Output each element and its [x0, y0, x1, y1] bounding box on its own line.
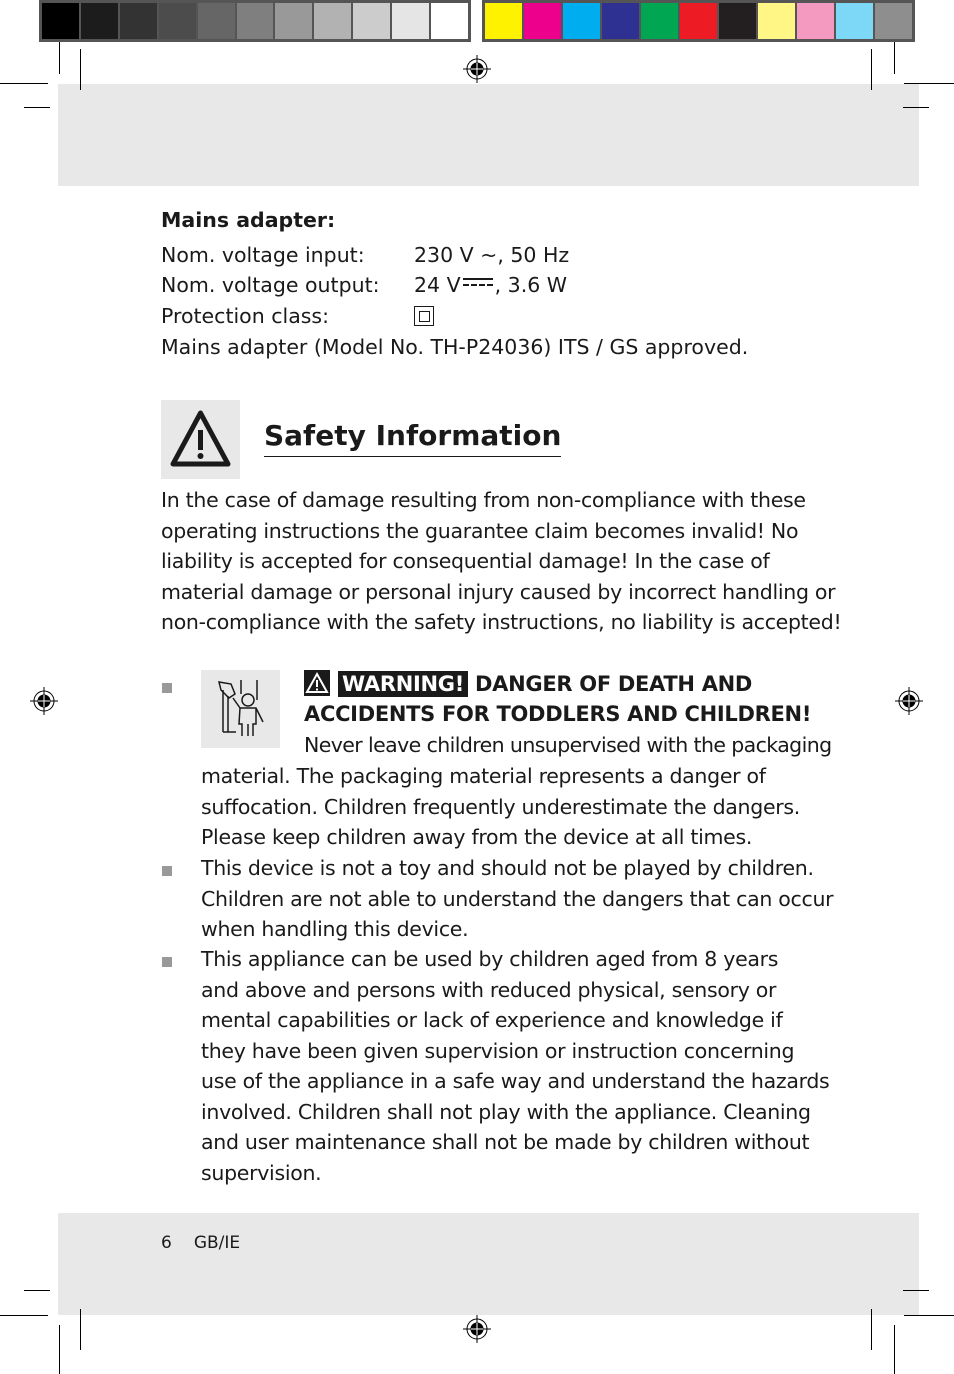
intro-line: operating instructions the guarantee cla… — [161, 518, 799, 543]
registration-mark-icon — [463, 1315, 491, 1343]
crop-mark — [24, 1290, 50, 1291]
crop-mark — [904, 1315, 954, 1316]
intro-line: material damage or personal injury cause… — [161, 579, 836, 604]
swatch — [197, 3, 235, 39]
crop-mark — [903, 107, 929, 108]
page-footer: 6 GB/IE — [161, 1233, 262, 1253]
warning-first-line: Never leave children unsupervised with t… — [304, 733, 832, 757]
warning-badge: WARNING! — [338, 671, 469, 697]
spec-value: 230 V ~, 50 Hz — [414, 243, 570, 267]
swatch — [485, 3, 522, 39]
spec-row-output: Nom. voltage output: 24 V , 3.6 W — [161, 270, 567, 300]
bullet-item: This device is not a toy and should not … — [201, 853, 834, 945]
registration-mark-icon — [463, 55, 491, 83]
warning-line: material. The packaging material represe… — [201, 764, 766, 788]
swatch — [836, 3, 873, 39]
spec-value-suffix: , 3.6 W — [494, 273, 568, 297]
swatch — [875, 3, 912, 39]
child-packaging-hazard-icon — [217, 680, 264, 736]
swatch — [158, 3, 196, 39]
bullet-line: mental capabilities or lack of experienc… — [201, 1008, 783, 1032]
registration-mark-icon — [895, 687, 923, 715]
spec-row-input: Nom. voltage input: 230 V ~, 50 Hz — [161, 240, 569, 270]
crop-mark — [59, 1325, 60, 1374]
approval-text: Mains adapter (Model No. TH-P24036) ITS … — [161, 335, 749, 359]
spec-row-protection: Protection class: — [161, 301, 434, 331]
spec-value-prefix: 24 V — [414, 273, 461, 297]
bullet-item: This appliance can be used by children a… — [201, 944, 830, 1188]
bullet-line: Children are not able to understand the … — [201, 886, 834, 911]
swatch — [563, 3, 600, 39]
warning-line: suffocation. Children frequently underes… — [201, 794, 800, 819]
intro-line: non-compliance with the safety instructi… — [161, 610, 842, 634]
registration-mark-icon — [30, 687, 58, 715]
warning-heading-line: DANGER OF DEATH AND — [475, 672, 753, 696]
protection-class-ii-icon — [414, 306, 434, 326]
bullet-line: supervision. — [201, 1160, 322, 1185]
swatch — [236, 3, 274, 39]
swatch — [80, 3, 118, 39]
bullet-line: use of the appliance in a safe way and u… — [201, 1069, 830, 1093]
warning-body: material. The packaging material represe… — [201, 761, 800, 853]
cmyk-color-bar — [482, 0, 915, 42]
spec-label: Nom. voltage input: — [161, 243, 365, 267]
warning-icon-box — [161, 400, 240, 479]
warning-heading: WARNING! DANGER OF DEATH AND — [304, 669, 752, 699]
locale-label: GB/IE — [193, 1233, 241, 1253]
swatch — [392, 3, 430, 39]
bullet-line: and user maintenance shall not be made b… — [201, 1130, 810, 1154]
swatch — [641, 3, 678, 39]
bullet-marker — [162, 866, 172, 876]
child-hazard-icon-box — [201, 670, 280, 748]
spec-label: Protection class: — [161, 304, 330, 328]
swatch — [275, 3, 313, 39]
swatch — [314, 3, 352, 39]
crop-mark — [80, 49, 81, 90]
intro-line: liability is accepted for consequential … — [161, 549, 770, 573]
crop-mark — [871, 49, 872, 90]
intro-paragraph: In the case of damage resulting from non… — [161, 485, 842, 638]
warning-line: Please keep children away from the devic… — [201, 825, 753, 849]
bullet-line: and above and persons with reduced physi… — [201, 977, 777, 1002]
specs-heading: Mains adapter: — [161, 208, 336, 232]
swatch — [758, 3, 795, 39]
crop-mark — [871, 1309, 872, 1350]
crop-mark — [0, 83, 48, 84]
bullet-line: involved. Children shall not play with t… — [201, 1099, 811, 1124]
bullet-marker — [162, 683, 172, 693]
swatch — [42, 3, 79, 39]
bullet-line: This device is not a toy and should not … — [201, 856, 814, 880]
page-number: 6 — [161, 1233, 172, 1253]
bullet-line: This appliance can be used by children a… — [201, 947, 779, 971]
crop-mark — [894, 1325, 895, 1374]
swatch — [431, 3, 468, 39]
crop-mark — [24, 107, 50, 108]
crop-mark — [59, 42, 60, 74]
footer-band — [58, 1213, 919, 1315]
spec-label: Nom. voltage output: — [161, 273, 380, 297]
swatch — [602, 3, 639, 39]
warning-triangle-icon — [170, 410, 231, 467]
swatch — [680, 3, 717, 39]
section-title: Safety Information — [264, 418, 562, 457]
swatch — [797, 3, 834, 39]
header-band — [58, 84, 919, 186]
crop-mark — [904, 83, 954, 84]
crop-mark — [0, 1315, 48, 1316]
direct-current-icon — [462, 278, 493, 288]
warning-triangle-icon — [304, 670, 330, 696]
crop-mark — [903, 1290, 929, 1291]
bullet-line: when handling this device. — [201, 917, 469, 941]
swatch — [119, 3, 157, 39]
swatch — [719, 3, 756, 39]
swatch — [353, 3, 391, 39]
crop-mark — [80, 1309, 81, 1350]
grayscale-color-bar — [39, 0, 471, 42]
bullet-line: they have been given supervision or inst… — [201, 1038, 795, 1063]
crop-mark — [894, 42, 895, 74]
warning-heading-line: ACCIDENTS FOR TODDLERS AND CHILDREN! — [304, 702, 812, 726]
intro-line: In the case of damage resulting from non… — [161, 488, 806, 512]
swatch — [524, 3, 561, 39]
bullet-marker — [162, 957, 172, 967]
